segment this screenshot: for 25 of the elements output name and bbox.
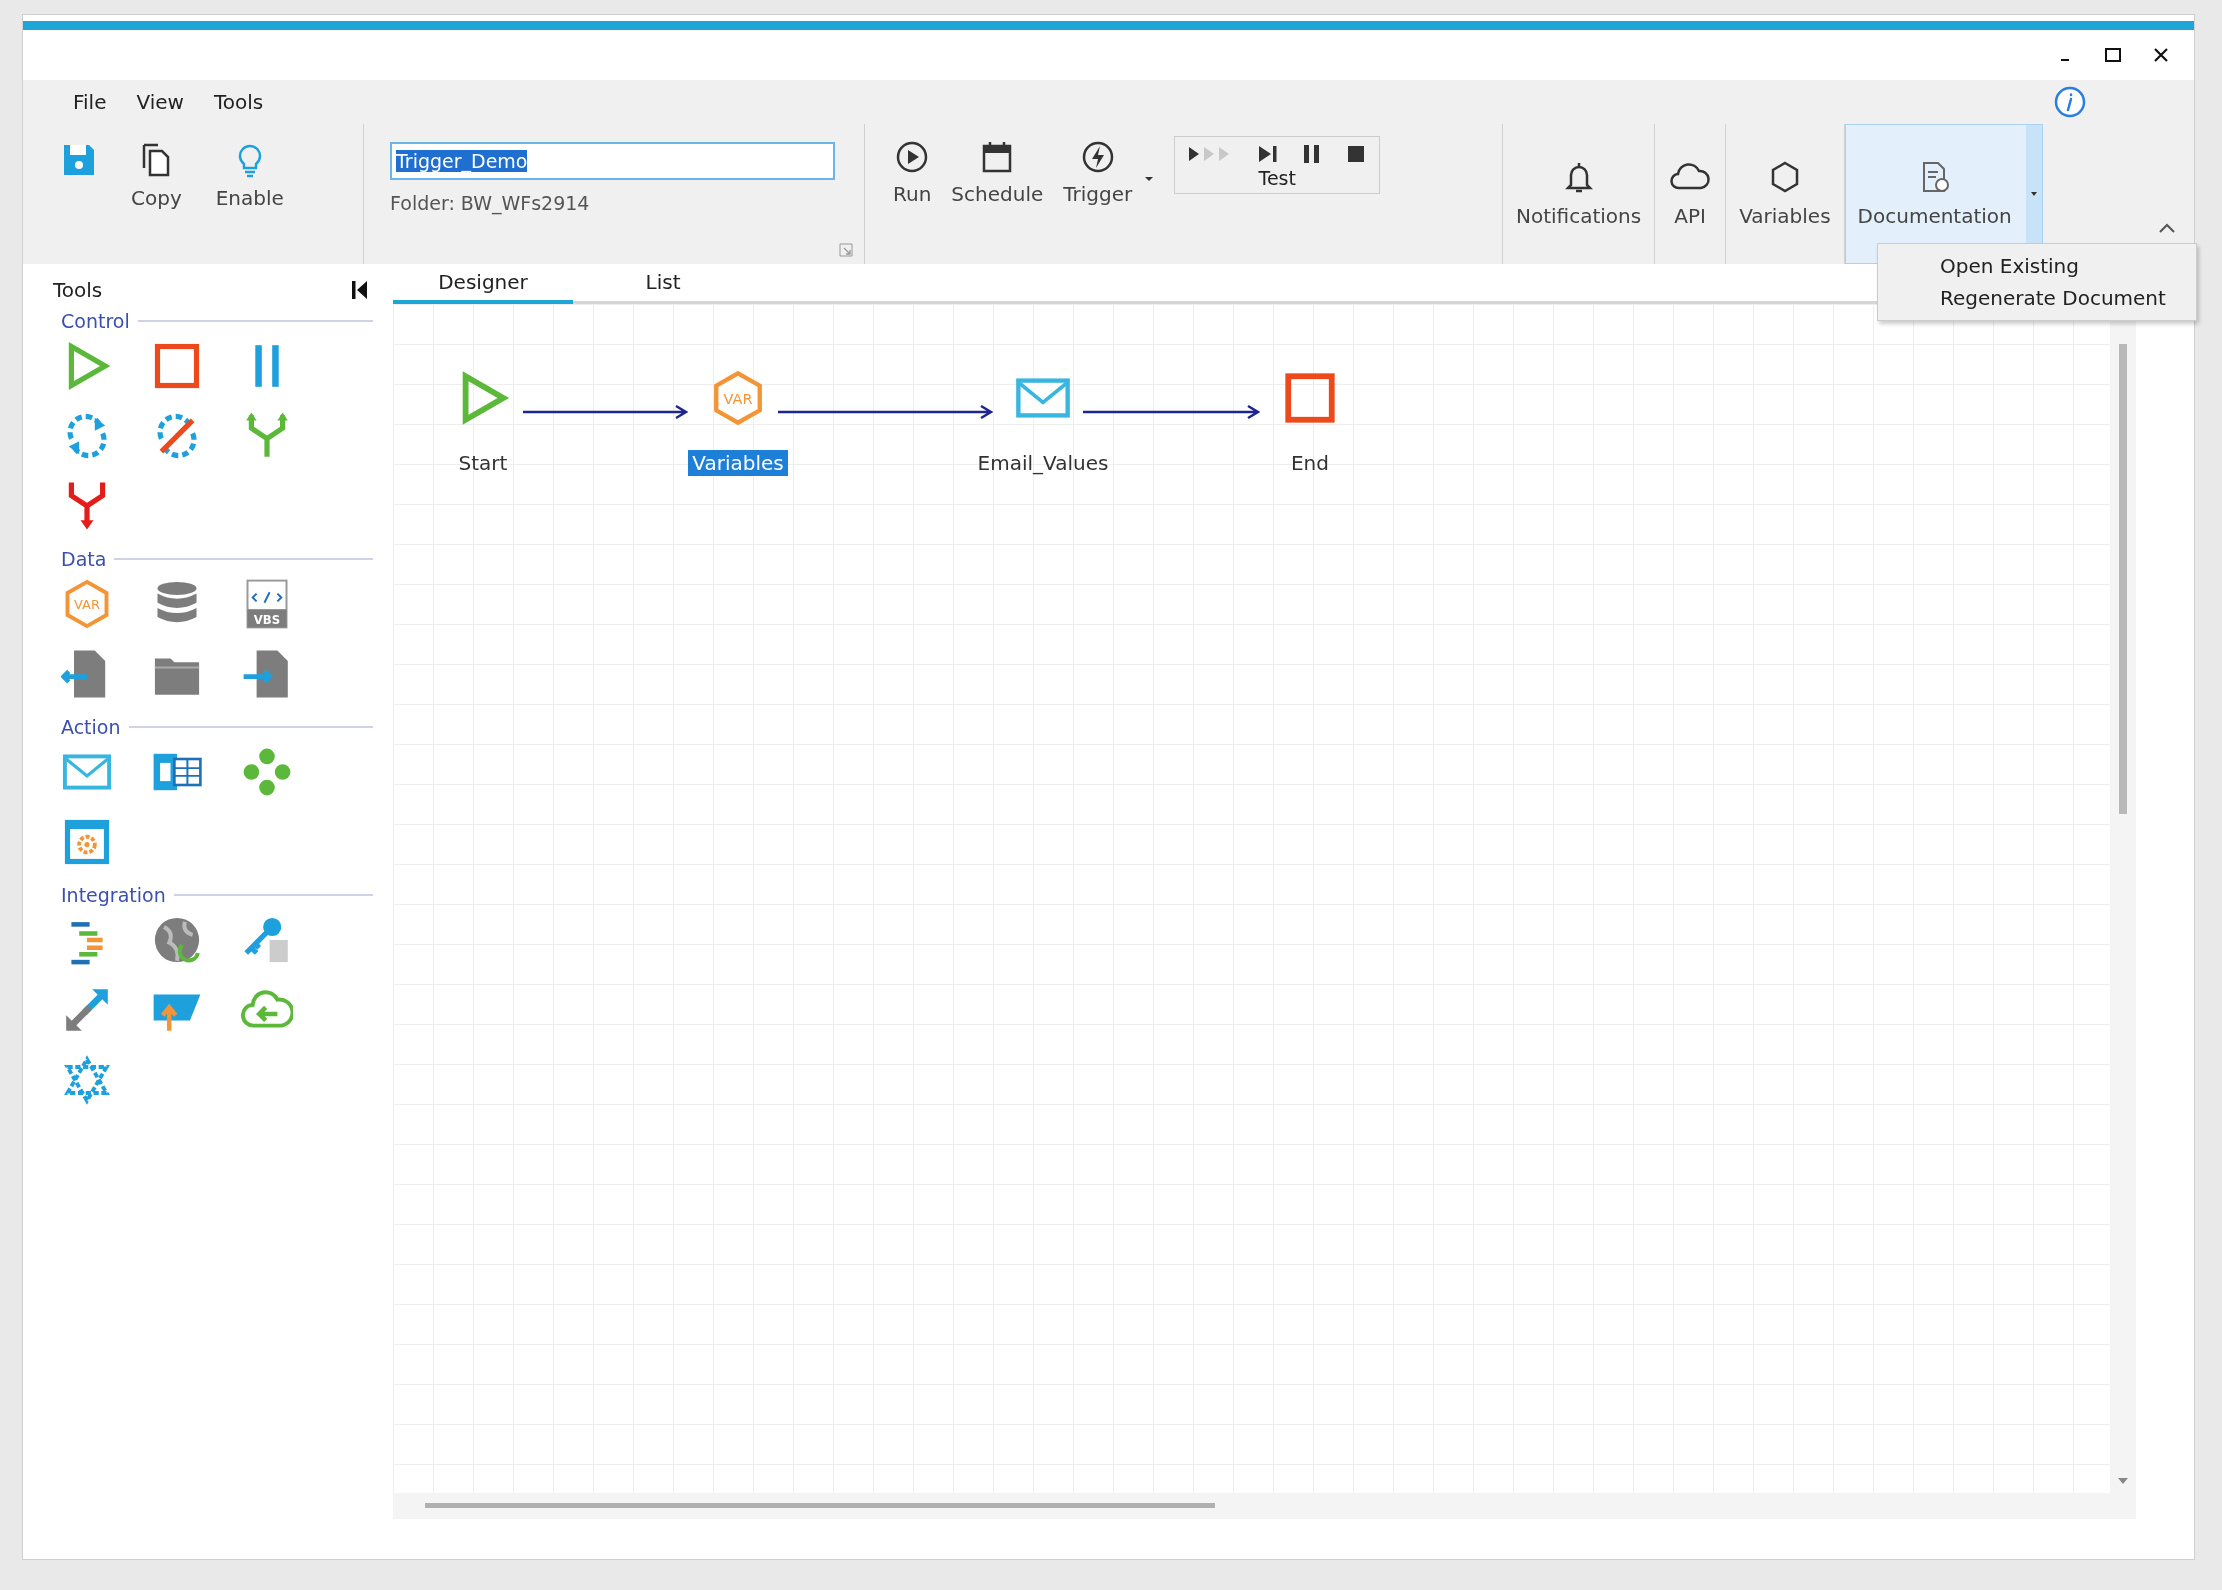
- ribbon-button[interactable]: Schedule: [943, 136, 1052, 210]
- ribbon-button[interactable]: Trigger: [1055, 136, 1141, 210]
- ribbon-button[interactable]: Variables: [1726, 124, 1844, 264]
- menu-item[interactable]: View: [136, 90, 184, 114]
- ribbon-button[interactable]: Copy: [123, 138, 190, 214]
- node-label[interactable]: End: [1287, 450, 1333, 476]
- section-title: Control: [61, 310, 130, 332]
- tab[interactable]: List: [573, 264, 753, 304]
- node-label[interactable]: Variables: [688, 450, 788, 476]
- menu-item[interactable]: File: [73, 90, 107, 114]
- node-label[interactable]: Start: [454, 450, 512, 476]
- section-title: Action: [61, 716, 121, 738]
- ribbon-button[interactable]: API: [1655, 124, 1726, 264]
- menu-item[interactable]: Regenerate Document: [1878, 282, 2196, 314]
- node-label[interactable]: Email_Values: [973, 450, 1113, 476]
- section-title: Integration: [61, 884, 166, 906]
- menu-item[interactable]: Tools: [213, 90, 264, 114]
- ribbon-button[interactable]: Notifications: [1503, 124, 1655, 264]
- folder-label: Folder: BW_WFs2914: [390, 192, 590, 214]
- panel-title: Tools: [53, 278, 103, 302]
- ribbon-button[interactable]: Run: [885, 136, 940, 210]
- ribbon-button[interactable]: Enable: [207, 138, 292, 214]
- group-label: Test: [1258, 167, 1296, 189]
- section-title: Data: [61, 548, 107, 570]
- name-field[interactable]: Trigger_Demo: [390, 142, 835, 180]
